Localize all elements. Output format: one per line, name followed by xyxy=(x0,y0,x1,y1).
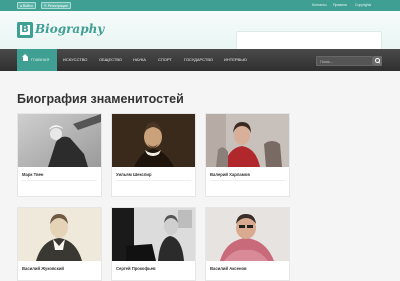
person-photo[interactable] xyxy=(112,114,195,167)
person-name[interactable]: Василий Аксенов xyxy=(210,266,247,271)
person-name[interactable]: Уильям Шекспир xyxy=(116,172,152,177)
top-bar: ● Войти ✎ Регистрация Контакты Правила C… xyxy=(0,0,400,11)
person-name[interactable]: Сергей Прокофьев xyxy=(116,266,156,271)
divider xyxy=(116,180,191,181)
search-input[interactable]: Поиск... xyxy=(316,56,373,66)
nav-home[interactable]: Главная xyxy=(17,49,57,71)
rules-link[interactable]: Правила xyxy=(333,2,347,9)
copyrights-link[interactable]: Copyrights xyxy=(355,2,371,9)
person-photo[interactable] xyxy=(18,114,101,167)
register-label: Регистрация xyxy=(47,4,68,8)
person-name[interactable]: Валерий Харламов xyxy=(210,172,250,177)
page-title: Биография знаменитостей xyxy=(17,92,184,106)
person-card[interactable]: Сергей Прокофьев xyxy=(111,207,196,281)
divider xyxy=(22,180,97,181)
nav-item-state[interactable]: Государство xyxy=(184,49,213,71)
person-card[interactable]: Василий Жуковский xyxy=(17,207,102,281)
person-name[interactable]: Василий Жуковский xyxy=(22,266,64,271)
nav-item-science[interactable]: Наука xyxy=(133,49,146,71)
nav-item-interview[interactable]: Интервью xyxy=(224,49,247,71)
site-header: B Biography xyxy=(0,11,400,52)
nav-item-sport[interactable]: Спорт xyxy=(158,49,172,71)
search-icon[interactable] xyxy=(373,56,382,66)
person-card[interactable]: Валерий Харламов xyxy=(205,113,290,197)
divider xyxy=(210,180,285,181)
logo-text[interactable]: Biography xyxy=(35,22,104,36)
person-photo[interactable] xyxy=(206,114,289,167)
person-name[interactable]: Марк Твен xyxy=(22,172,43,177)
logo-letter: B xyxy=(21,24,29,35)
login-button[interactable]: ● Войти xyxy=(17,2,36,9)
nav-item-art[interactable]: Искусство xyxy=(63,49,87,71)
person-card[interactable]: Василий Аксенов xyxy=(205,207,290,281)
nav-home-label: Главная xyxy=(31,57,50,62)
register-button[interactable]: ✎ Регистрация xyxy=(41,2,71,9)
person-card[interactable]: Марк Твен xyxy=(17,113,102,197)
contacts-link[interactable]: Контакты xyxy=(312,2,327,9)
search-placeholder: Поиск... xyxy=(320,60,333,64)
person-photo[interactable] xyxy=(18,208,101,261)
person-photo[interactable] xyxy=(206,208,289,261)
home-icon xyxy=(22,54,28,61)
login-label: Войти xyxy=(23,4,33,8)
user-icon: ● xyxy=(20,4,23,8)
pencil-icon: ✎ xyxy=(44,4,47,8)
nav-item-society[interactable]: Общество xyxy=(99,49,122,71)
person-card[interactable]: Уильям Шекспир xyxy=(111,113,196,197)
person-photo[interactable] xyxy=(112,208,195,261)
